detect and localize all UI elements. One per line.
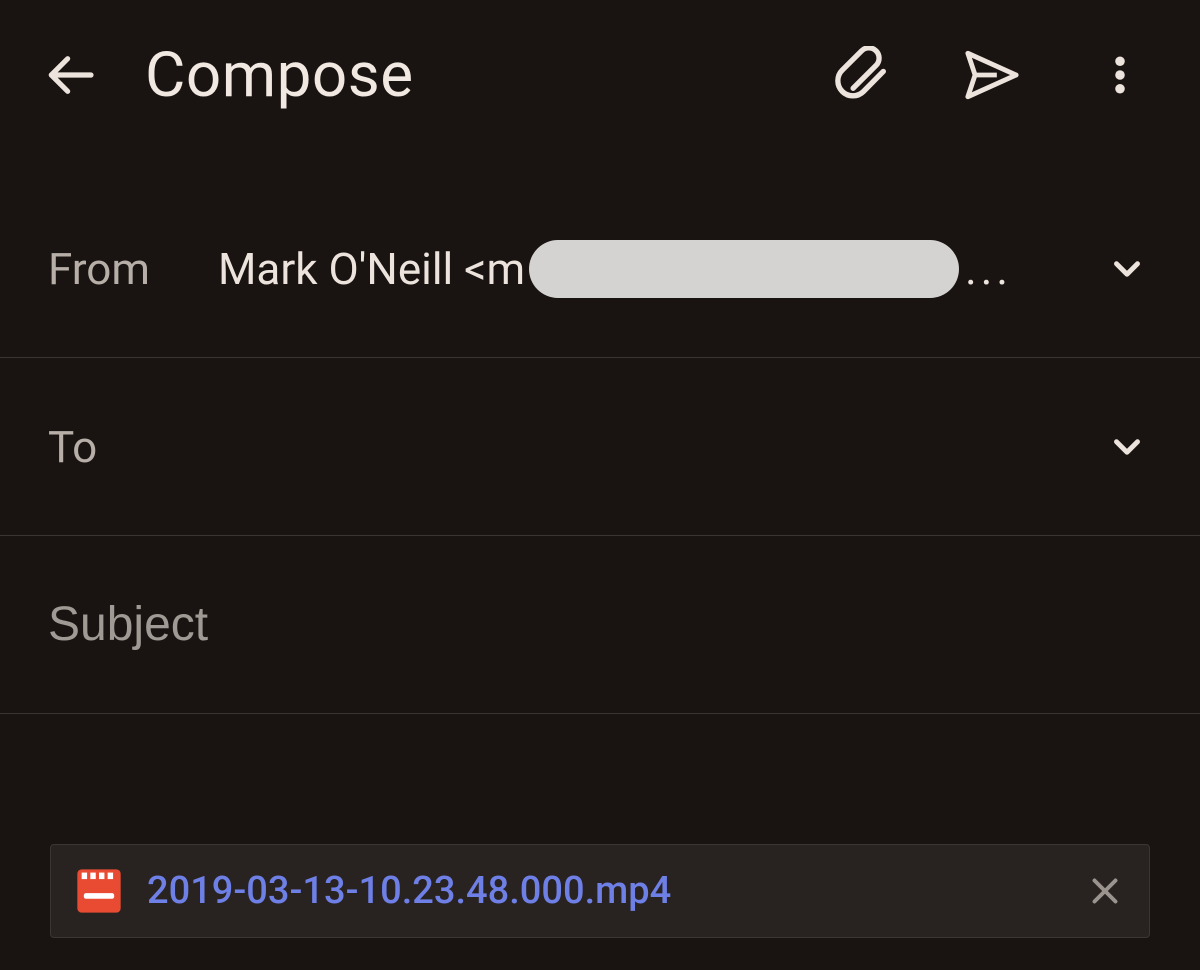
send-icon [963, 46, 1021, 104]
from-label: From [48, 243, 218, 295]
page-title: Compose [145, 39, 414, 112]
overflow-menu-button[interactable] [1080, 40, 1160, 110]
video-file-icon [73, 865, 125, 917]
to-label: To [48, 421, 218, 473]
chevron-down-icon [1106, 248, 1148, 290]
to-expand-button[interactable] [1102, 422, 1152, 472]
attach-button[interactable] [824, 40, 904, 110]
from-value-wrap: Mark O'Neill <m ... [218, 240, 1102, 298]
from-expand-button[interactable] [1102, 244, 1152, 294]
subject-input[interactable] [48, 597, 1152, 652]
back-button[interactable] [40, 45, 100, 105]
chevron-down-icon [1106, 426, 1148, 468]
close-icon [1087, 873, 1123, 909]
remove-attachment-button[interactable] [1083, 869, 1127, 913]
redacted-email [529, 240, 959, 298]
attachment-filename: 2019-03-13-10.23.48.000.mp4 [147, 869, 1083, 913]
attachment-chip[interactable]: 2019-03-13-10.23.48.000.mp4 [50, 844, 1150, 938]
back-arrow-icon [42, 47, 98, 103]
from-value: Mark O'Neill <m [218, 243, 525, 295]
send-button[interactable] [952, 40, 1032, 110]
compose-toolbar: Compose [0, 0, 1200, 150]
attachment-icon [835, 46, 893, 104]
compose-body[interactable] [0, 714, 1200, 754]
kebab-menu-icon [1098, 48, 1142, 102]
subject-row [0, 536, 1200, 714]
from-truncation: ... [965, 243, 1012, 295]
to-row[interactable]: To [0, 358, 1200, 536]
from-row[interactable]: From Mark O'Neill <m ... [0, 180, 1200, 358]
